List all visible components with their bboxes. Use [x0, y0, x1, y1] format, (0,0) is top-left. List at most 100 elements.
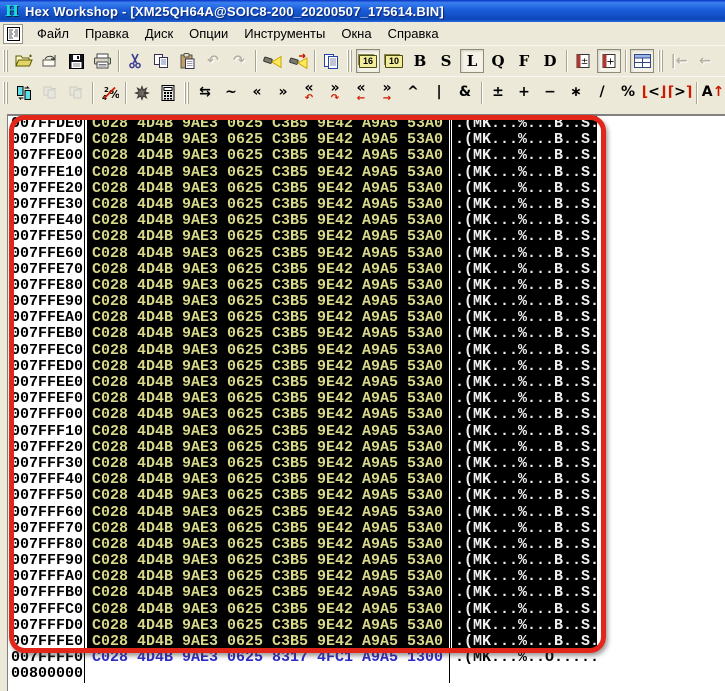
ascii-cell[interactable]: .(MK...%...B..S. — [449, 261, 599, 278]
divide-button[interactable]: / — [590, 81, 614, 105]
not-button[interactable]: ~ — [219, 81, 243, 105]
ascii-cell[interactable]: .(MK...%...B..S. — [449, 536, 599, 554]
bookmark-options-button[interactable]: ± — [571, 49, 595, 73]
rotate-left-button[interactable]: «↶ — [297, 81, 321, 105]
view-double-button[interactable]: D — [538, 49, 562, 73]
ascii-cell[interactable]: .(MK...%...B..S. — [449, 455, 599, 473]
ascii-cell[interactable]: .(MK...%...B..S. — [449, 245, 599, 262]
hex-cell[interactable]: C028 4D4B 9AE3 0625 C3B5 9E42 A9A5 53A0 — [87, 115, 449, 133]
hex-cell[interactable]: C028 4D4B 9AE3 0625 C3B5 9E42 A9A5 53A0 — [87, 245, 449, 262]
ascii-cell[interactable]: .(MK...%...B..S. — [449, 180, 599, 197]
ascii-cell[interactable]: .(MK...%...B..S. — [449, 148, 599, 165]
menu-item-tools[interactable]: Инструменты — [236, 24, 333, 43]
hex-cell[interactable]: C028 4D4B 9AE3 0625 C3B5 9E42 A9A5 53A0 — [87, 504, 449, 521]
hex-cell[interactable]: C028 4D4B 9AE3 0625 C3B5 9E42 A9A5 53A0 — [87, 164, 449, 181]
document-window-icon[interactable] — [3, 23, 23, 44]
hex-cell[interactable]: C028 4D4B 9AE3 0625 C3B5 9E42 A9A5 53A0 — [87, 585, 449, 602]
compare-button[interactable] — [12, 81, 36, 105]
rotate-right-button[interactable]: » ↷ — [323, 81, 347, 105]
hex-cell[interactable]: C028 4D4B 9AE3 0625 C3B5 9E42 A9A5 53A0 — [87, 569, 449, 586]
ascii-cell[interactable]: .(MK...%...B..S. — [449, 164, 599, 181]
hex-cell[interactable]: C028 4D4B 9AE3 0625 C3B5 9E42 A9A5 53A0 — [87, 633, 449, 651]
open-special-button[interactable] — [38, 49, 62, 73]
ascii-cell[interactable]: .(MK...%...B..S. — [449, 196, 599, 214]
ascii-cell[interactable]: .(MK...%...B..S. — [449, 504, 599, 521]
view-long-button[interactable]: L — [460, 49, 484, 73]
hex-cell[interactable]: C028 4D4B 9AE3 0625 C3B5 9E42 A9A5 53A0 — [87, 342, 449, 359]
ascii-cell[interactable]: .(MK...%...B..S. — [449, 374, 599, 392]
copy-as-button[interactable] — [319, 49, 343, 73]
hex-cell[interactable]: C028 4D4B 9AE3 0625 C3B5 9E42 A9A5 53A0 — [87, 617, 449, 634]
menu-item-help[interactable]: Справка — [380, 24, 447, 43]
ascii-cell[interactable]: .(MK...%...B..S. — [449, 552, 599, 570]
ascii-cell[interactable]: .(MK...%...B..S. — [449, 617, 599, 634]
and-button[interactable]: & — [453, 81, 477, 105]
checksum-button[interactable]: 24% — [97, 81, 121, 105]
cut-button[interactable] — [123, 49, 147, 73]
modulo-button[interactable]: % — [616, 81, 640, 105]
base-dec-button[interactable]: 10 — [382, 49, 406, 73]
ascii-cell[interactable]: .(MK...%...B..S. — [449, 277, 599, 295]
bookmark-add-button[interactable]: + — [597, 49, 621, 73]
uppercase-button[interactable]: A↑ — [701, 81, 725, 105]
ascii-cell[interactable]: .(MK...%...B..S. — [449, 601, 599, 618]
ascii-cell[interactable]: .(MK...%...B..S. — [449, 471, 599, 489]
ascii-cell[interactable]: .(MK...%...B..S. — [449, 212, 599, 230]
menu-item-window[interactable]: Окна — [333, 24, 379, 43]
ascii-cell[interactable]: .(MK...%...B..S. — [449, 293, 599, 311]
hex-cell[interactable]: C028 4D4B 9AE3 0625 C3B5 9E42 A9A5 53A0 — [87, 439, 449, 456]
hex-cell[interactable]: C028 4D4B 9AE3 0625 C3B5 9E42 A9A5 53A0 — [87, 536, 449, 554]
or-button[interactable]: | — [427, 81, 451, 105]
hex-cell[interactable]: C028 4D4B 9AE3 0625 C3B5 9E42 A9A5 53A0 — [87, 148, 449, 165]
hex-cell[interactable]: C028 4D4B 9AE3 0625 C3B5 9E42 A9A5 53A0 — [87, 552, 449, 570]
ascii-cell[interactable] — [449, 666, 597, 683]
ascii-cell[interactable]: .(MK...%...B..S. — [449, 310, 599, 327]
hex-cell[interactable]: C028 4D4B 9AE3 0625 C3B5 9E42 A9A5 53A0 — [87, 212, 449, 230]
view-byte-button[interactable]: B — [408, 49, 432, 73]
hex-cell[interactable]: C028 4D4B 9AE3 0625 C3B5 9E42 A9A5 53A0 — [87, 131, 449, 149]
data-inspector-button[interactable] — [630, 49, 654, 73]
hex-cell[interactable]: C028 4D4B 9AE3 0625 C3B5 9E42 A9A5 53A0 — [87, 488, 449, 505]
view-float-button[interactable]: F — [512, 49, 536, 73]
hex-cell[interactable]: C028 4D4B 9AE3 0625 C3B5 9E42 A9A5 53A0 — [87, 326, 449, 343]
ascii-cell[interactable]: .(MK...%...B..S. — [449, 633, 599, 651]
view-short-button[interactable]: S — [434, 49, 458, 73]
shift-left-button[interactable]: « — [245, 81, 269, 105]
ascii-cell[interactable]: .(MK...%...B..S. — [449, 423, 599, 440]
menu-item-edit[interactable]: Правка — [77, 24, 137, 43]
ascii-cell[interactable]: .(MK...%...B..S. — [449, 585, 599, 602]
ascii-cell[interactable]: .(MK...%...B..S. — [449, 115, 599, 133]
hex-cell[interactable]: C028 4D4B 9AE3 0625 8317 4FC1 A9A5 1300 — [87, 649, 449, 666]
hex-cell[interactable]: C028 4D4B 9AE3 0625 C3B5 9E42 A9A5 53A0 — [87, 293, 449, 311]
hex-cell[interactable]: C028 4D4B 9AE3 0625 C3B5 9E42 A9A5 53A0 — [87, 520, 449, 537]
multiply-button[interactable]: ∗ — [564, 81, 588, 105]
subtract-button[interactable]: − — [538, 81, 562, 105]
hex-cell[interactable] — [87, 666, 449, 682]
negate-button[interactable]: ± — [486, 81, 510, 105]
ascii-cell[interactable]: .(MK...%...B..S. — [449, 326, 599, 343]
shift-right-button[interactable]: » — [271, 81, 295, 105]
swap-byte-order-button[interactable]: ⇆ — [193, 81, 217, 105]
view-quad-button[interactable]: Q — [486, 49, 510, 73]
color-map-button[interactable] — [130, 81, 154, 105]
ascii-cell[interactable]: .(MK...%...B..S. — [449, 439, 599, 456]
add-button[interactable]: + — [512, 81, 536, 105]
ascii-cell[interactable]: .(MK...%...B..S. — [449, 407, 599, 424]
find-button[interactable] — [260, 49, 284, 73]
ascii-cell[interactable]: .(MK...%...B..S. — [449, 358, 599, 375]
hex-cell[interactable]: C028 4D4B 9AE3 0625 C3B5 9E42 A9A5 53A0 — [87, 358, 449, 375]
hex-cell[interactable]: C028 4D4B 9AE3 0625 C3B5 9E42 A9A5 53A0 — [87, 196, 449, 214]
shift-left-bracket-button[interactable]: ⌊<⌋ — [642, 81, 667, 105]
paste-button[interactable] — [175, 49, 199, 73]
hex-cell[interactable]: C028 4D4B 9AE3 0625 C3B5 9E42 A9A5 53A0 — [87, 601, 449, 618]
find-next-button[interactable] — [286, 49, 310, 73]
save-button[interactable] — [64, 49, 88, 73]
ascii-cell[interactable]: .(MK...%...B..S. — [449, 520, 599, 537]
open-file-button[interactable] — [12, 49, 36, 73]
hex-cell[interactable]: C028 4D4B 9AE3 0625 C3B5 9E42 A9A5 53A0 — [87, 261, 449, 278]
hex-cell[interactable]: C028 4D4B 9AE3 0625 C3B5 9E42 A9A5 53A0 — [87, 229, 449, 246]
hex-cell[interactable]: C028 4D4B 9AE3 0625 C3B5 9E42 A9A5 53A0 — [87, 277, 449, 295]
copy-button[interactable] — [149, 49, 173, 73]
calculator-button[interactable] — [156, 81, 180, 105]
block-shift-right-button[interactable]: » → — [375, 81, 399, 105]
